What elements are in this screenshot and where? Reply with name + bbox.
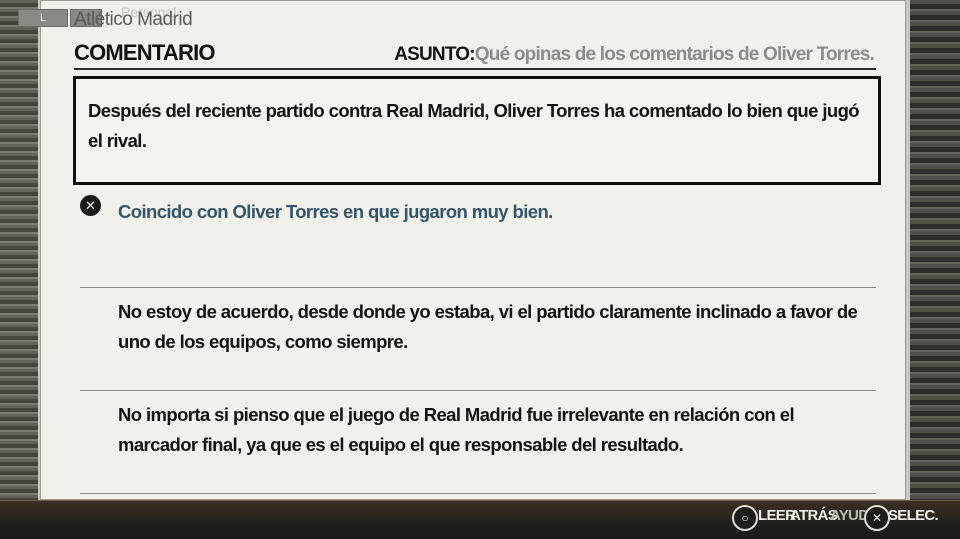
option-2[interactable]: No estoy de acuerdo, desde donde yo esta… — [118, 297, 878, 357]
option-divider — [80, 493, 876, 494]
cross-hint-button-icon: ✕ — [864, 505, 890, 531]
l-shoulder-tab[interactable]: L — [18, 9, 68, 27]
option-divider — [80, 390, 876, 391]
heading-divider — [74, 68, 876, 70]
cross-button-icon: ✕ — [80, 195, 101, 216]
club-name: Atlético Madrid — [74, 9, 193, 30]
circle-button-icon: ○ — [732, 505, 758, 531]
option-1[interactable]: Coincido con Oliver Torres en que jugaro… — [118, 197, 878, 227]
option-divider — [80, 287, 876, 288]
comment-text: Después del reciente partido contra Real… — [88, 100, 860, 151]
subject-label: ASUNTO: — [394, 44, 475, 65]
subject-value: Qué opinas de los comentarios de Oliver … — [474, 44, 875, 65]
comment-box: Después del reciente partido contra Real… — [73, 76, 881, 185]
page-title: COMENTARIO — [74, 40, 216, 65]
option-3[interactable]: No importa si pienso que el juego de Rea… — [118, 400, 878, 460]
hint-select[interactable]: SELEC. — [888, 507, 939, 524]
top-bar: L Personal Atlético Madrid — [0, 0, 960, 30]
subject-line: ASUNTO:Qué opinas de los comentarios de … — [394, 44, 875, 66]
game-screen: L Personal Atlético Madrid COMENTARIO AS… — [0, 0, 960, 539]
